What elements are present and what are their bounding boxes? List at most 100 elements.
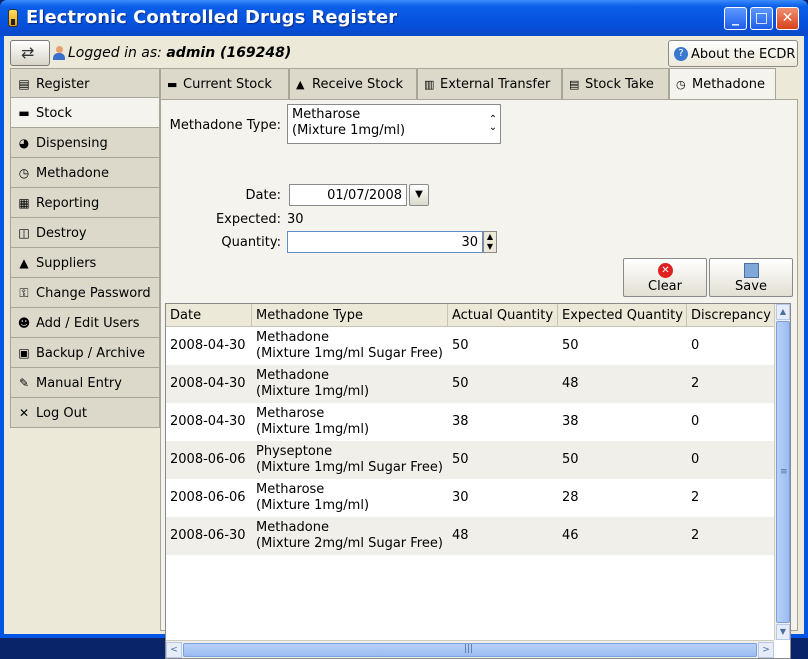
title-bar[interactable]: Electronic Controlled Drugs Register _ □… (0, 0, 808, 36)
inbox-icon: ▲ (296, 78, 305, 91)
quantity-input[interactable]: 30 (287, 231, 483, 253)
tab-bar: ▬ Current Stock ▲ Receive Stock ▥ External Tr… (160, 68, 776, 100)
date-label: Date: (245, 188, 281, 203)
logout-icon: ✕ (18, 406, 30, 420)
tab-current-stock[interactable]: ▬ Current Stock (160, 68, 289, 99)
sidebar-item-dispensing[interactable]: ◕ Dispensing (10, 128, 160, 158)
sidebar-item-label: Add / Edit Users (36, 316, 140, 331)
horizontal-scroll-thumb[interactable]: ||| (183, 643, 757, 657)
sidebar-item-label: Suppliers (36, 256, 97, 271)
methadone-panel: Methadone Type: Metharose (Mixture 1mg/m… (160, 99, 798, 659)
sidebar-item-log-out[interactable]: ✕ Log Out (10, 398, 160, 428)
horizontal-scrollbar[interactable]: < ||| > (166, 640, 774, 658)
column-header-discrepancy[interactable]: Discrepancy (687, 304, 774, 327)
sidebar-item-add-edit-users[interactable]: ☻ Add / Edit Users (10, 308, 160, 338)
app-window: Electronic Controlled Drugs Register _ □… (0, 0, 808, 659)
maximize-button[interactable]: □ (750, 7, 773, 30)
save-button[interactable]: Save (709, 258, 793, 297)
sidebar-item-label: Stock (36, 106, 72, 121)
sidebar-item-label: Backup / Archive (36, 346, 145, 361)
chevron-down-icon: ▼ (415, 189, 423, 200)
column-header-actual[interactable]: Actual Quantity (448, 304, 558, 327)
column-header-type[interactable]: Methadone Type (252, 304, 448, 327)
cell-expected: 38 (562, 414, 579, 429)
minimize-button[interactable]: _ (724, 7, 747, 30)
vertical-scrollbar[interactable]: ▲ ≡ ▼ (774, 304, 790, 640)
switch-user-button[interactable] (10, 40, 50, 66)
cell-type: Methadone (Mixture 2mg/ml Sugar Free) (256, 520, 443, 551)
sidebar-item-label: Register (36, 77, 90, 92)
tab-methadone[interactable]: ◷ Methadone (669, 68, 776, 100)
sidebar-item-label: Manual Entry (36, 376, 122, 391)
cell-actual: 50 (452, 376, 469, 391)
cell-actual: 30 (452, 490, 469, 505)
clear-button[interactable]: ✕ Clear (623, 258, 707, 297)
window-title: Electronic Controlled Drugs Register (26, 7, 398, 28)
column-header-expected[interactable]: Expected Quantity (558, 304, 687, 327)
methadone-type-label: Methadone Type: (169, 118, 281, 133)
cell-expected: 48 (562, 376, 579, 391)
date-picker-button[interactable]: ▼ (409, 184, 429, 206)
sidebar-item-reporting[interactable]: ▦ Reporting (10, 188, 160, 218)
sidebar-item-label: Destroy (36, 226, 87, 241)
tab-receive-stock[interactable]: ▲ Receive Stock (289, 68, 417, 99)
column-header-date[interactable]: Date (166, 304, 252, 327)
scroll-left-button[interactable]: < (166, 642, 182, 658)
cell-actual: 48 (452, 528, 469, 543)
sidebar-item-destroy[interactable]: ◫ Destroy (10, 218, 160, 248)
truck-icon: ▬ (18, 106, 30, 120)
table-row[interactable]: 2008-04-30 Metharose (Mixture 1mg/ml) 38 38 0 (166, 403, 774, 441)
sidebar-item-register[interactable]: ▤ Register (10, 68, 160, 98)
table-row[interactable]: 2008-06-06 Physeptone (Mixture 1mg/ml Suga… (166, 441, 774, 479)
cell-expected: 50 (562, 338, 579, 353)
cell-type: Methadone (Mixture 1mg/ml) (256, 368, 370, 399)
sidebar-item-suppliers[interactable]: ▲ Suppliers (10, 248, 160, 278)
shredder-icon: ◫ (18, 226, 30, 240)
quantity-stepper[interactable]: ▲ ▼ (483, 231, 497, 253)
clock-icon: ◷ (18, 166, 30, 180)
vertical-scroll-thumb[interactable]: ≡ (776, 321, 790, 623)
cell-date: 2008-04-30 (170, 338, 246, 353)
about-button[interactable]: ? About the ECDR (668, 40, 798, 67)
cell-type: Metharose (Mixture 1mg/ml) (256, 482, 370, 513)
cell-date: 2008-04-30 (170, 376, 246, 391)
truck-icon: ▬ (167, 78, 178, 91)
sidebar-item-methadone[interactable]: ◷ Methadone (10, 158, 160, 188)
sidebar-item-label: Methadone (36, 166, 109, 181)
manual-entry-icon: ✎ (18, 376, 30, 390)
table-row[interactable]: 2008-06-30 Methadone (Mixture 2mg/ml Sugar… (166, 517, 774, 555)
methadone-type-select[interactable]: Metharose (Mixture 1mg/ml) ⌃ ⌄ (287, 104, 501, 144)
pill-icon: ◕ (18, 136, 30, 150)
supplier-icon: ▲ (19, 256, 29, 270)
scroll-right-button[interactable]: > (758, 642, 774, 658)
sidebar-item-stock[interactable]: ▬ Stock (10, 98, 160, 128)
current-user: admin (169248) (166, 45, 292, 61)
transfer-icon: ▥ (424, 78, 435, 91)
sidebar-item-backup-archive[interactable]: ▣ Backup / Archive (10, 338, 160, 368)
table-row[interactable]: 2008-04-30 Methadone (Mixture 1mg/ml Sugar… (166, 327, 774, 365)
table-header: Date Methadone Type Actual Quantity Expe… (166, 304, 774, 327)
close-button[interactable]: ✕ (776, 7, 799, 30)
sidebar-item-manual-entry[interactable]: ✎ Manual Entry (10, 368, 160, 398)
cell-date: 2008-04-30 (170, 414, 246, 429)
table-row[interactable]: 2008-06-06 Metharose (Mixture 1mg/ml) 30 28 2 (166, 479, 774, 517)
table-row[interactable]: 2008-04-30 Methadone (Mixture 1mg/ml) 50 48 2 (166, 365, 774, 403)
scroll-up-button[interactable]: ▲ (776, 304, 790, 320)
cell-type: Methadone (Mixture 1mg/ml Sugar Free) (256, 330, 443, 361)
tab-stock-take[interactable]: ▤ Stock Take (562, 68, 669, 99)
sidebar-item-label: Reporting (36, 196, 100, 211)
cell-discrepancy: 0 (691, 452, 700, 467)
cell-discrepancy: 2 (691, 490, 700, 505)
lock-icon: ⚿ (19, 286, 29, 300)
cell-expected: 50 (562, 452, 579, 467)
sidebar-item-change-password[interactable]: ⚿ Change Password (10, 278, 160, 308)
clear-icon: ✕ (658, 263, 673, 278)
date-field[interactable]: 01/07/2008 (289, 184, 407, 206)
chevron-updown-icon: ⌃ ⌄ (488, 114, 498, 133)
cell-actual: 50 (452, 338, 469, 353)
save-icon (744, 263, 759, 278)
quantity-label: Quantity: (221, 235, 281, 250)
tab-external-transfer[interactable]: ▥ External Transfer (417, 68, 562, 99)
report-icon: ▦ (18, 196, 30, 210)
user-icon (53, 46, 65, 60)
